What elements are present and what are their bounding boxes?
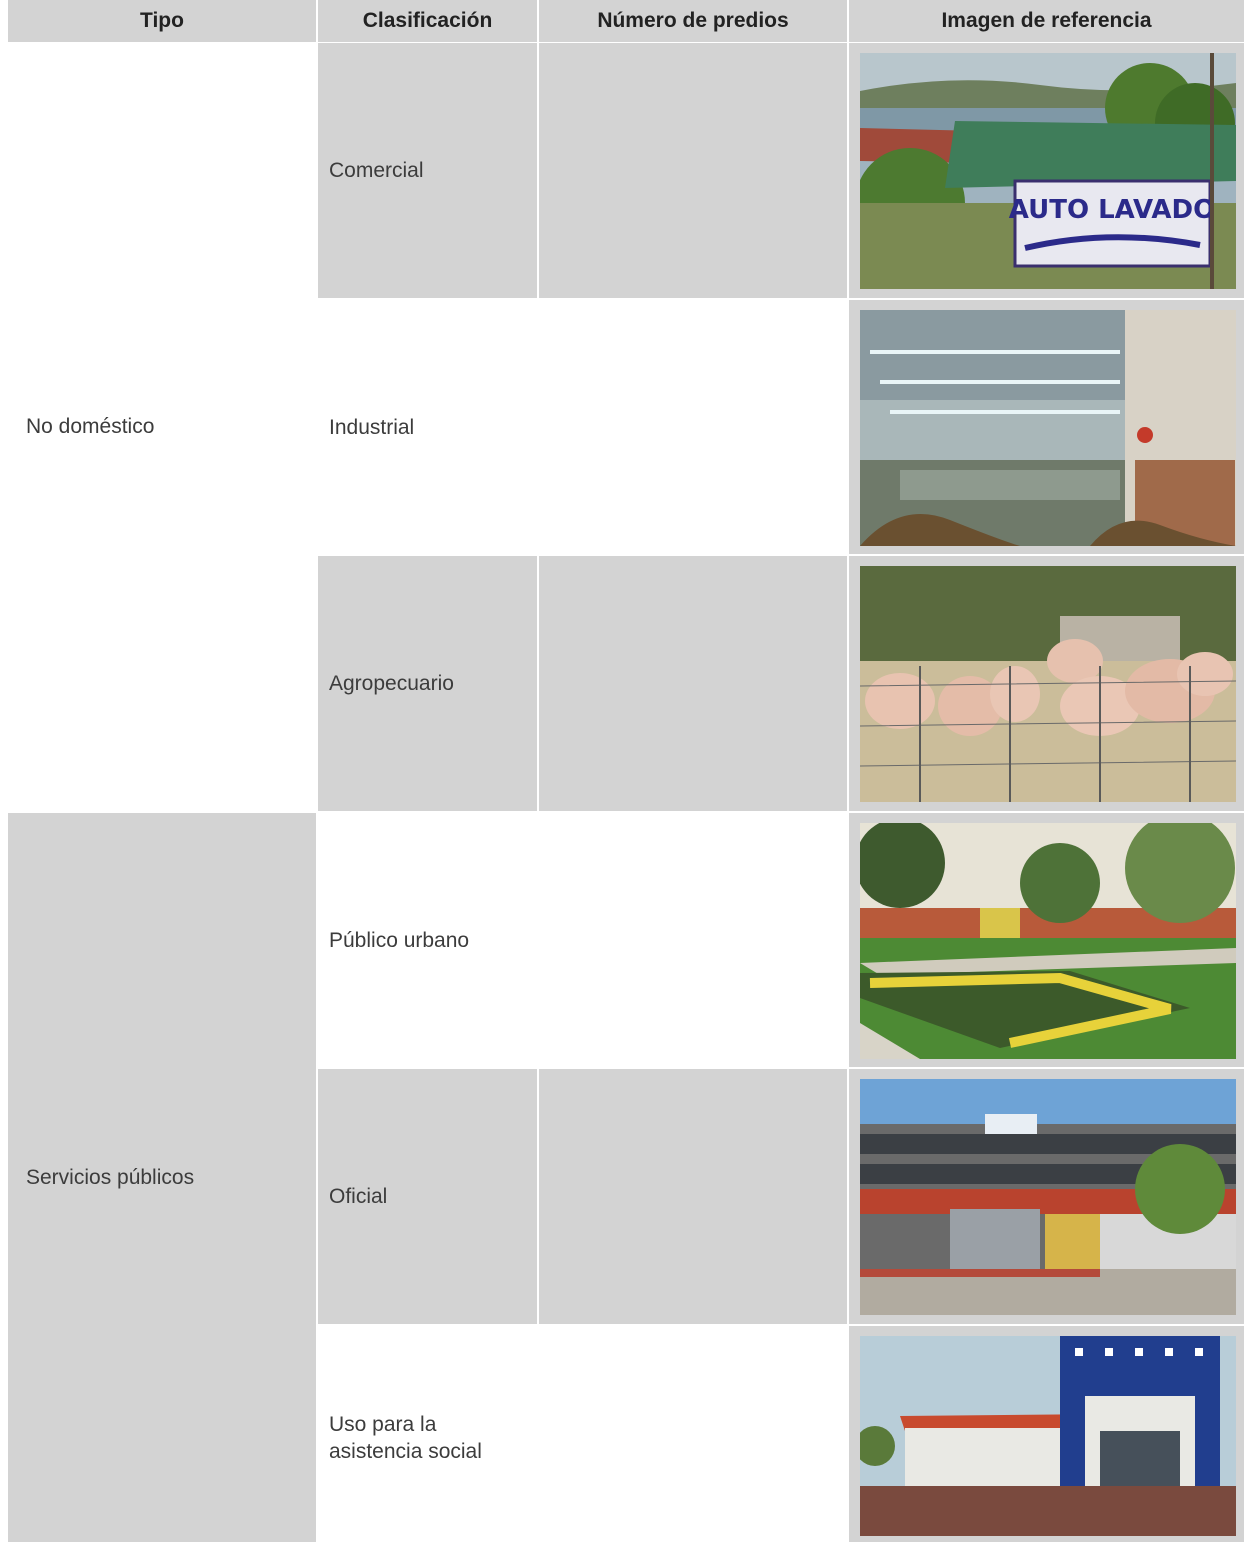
clasificacion-cell: Oficial bbox=[318, 1069, 537, 1324]
urban-park-photo bbox=[860, 823, 1236, 1059]
health-center-photo bbox=[860, 1336, 1236, 1536]
government-building-photo bbox=[860, 1079, 1236, 1315]
clasificacion-label: Oficial bbox=[329, 1185, 388, 1208]
car-wash-sign: AUTO LAVADO bbox=[1009, 195, 1215, 225]
numero-predios-cell bbox=[539, 43, 847, 298]
clasificacion-cell: Uso para la asistencia social bbox=[318, 1326, 537, 1542]
header-numero-predios: Número de predios bbox=[539, 0, 847, 42]
clasificacion-label: Agropecuario bbox=[329, 672, 454, 695]
clasificacion-label: Uso para la asistencia social bbox=[329, 1413, 482, 1463]
factory-interior-photo bbox=[860, 310, 1236, 546]
clasificacion-cell: Agropecuario bbox=[318, 556, 537, 811]
numero-predios-cell bbox=[539, 813, 847, 1067]
clasificacion-cell: Público urbano bbox=[318, 813, 537, 1067]
tipo-label: Servicios públicos bbox=[26, 1165, 195, 1189]
clasificacion-label: Industrial bbox=[329, 415, 415, 439]
tipo-cell-no-domestico: No doméstico bbox=[8, 43, 316, 811]
clasificacion-cell: Comercial bbox=[318, 43, 537, 298]
clasificacion-label: Público urbano bbox=[329, 928, 470, 952]
tipo-cell-servicios-publicos: Servicios públicos bbox=[8, 813, 316, 1542]
car-wash-photo: AUTO LAVADO bbox=[860, 53, 1236, 289]
clasificacion-cell: Industrial bbox=[318, 300, 537, 554]
pigs-pen-photo bbox=[860, 566, 1236, 802]
tipo-label: No doméstico bbox=[26, 415, 155, 438]
numero-predios-cell bbox=[539, 1069, 847, 1324]
header-imagen-referencia: Imagen de referencia bbox=[849, 0, 1244, 42]
clasificacion-label: Comercial bbox=[329, 159, 424, 182]
header-tipo: Tipo bbox=[8, 0, 316, 42]
numero-predios-cell bbox=[539, 1326, 847, 1542]
numero-predios-cell bbox=[539, 300, 847, 554]
header-clasificacion: Clasificación bbox=[318, 0, 537, 42]
numero-predios-cell bbox=[539, 556, 847, 811]
